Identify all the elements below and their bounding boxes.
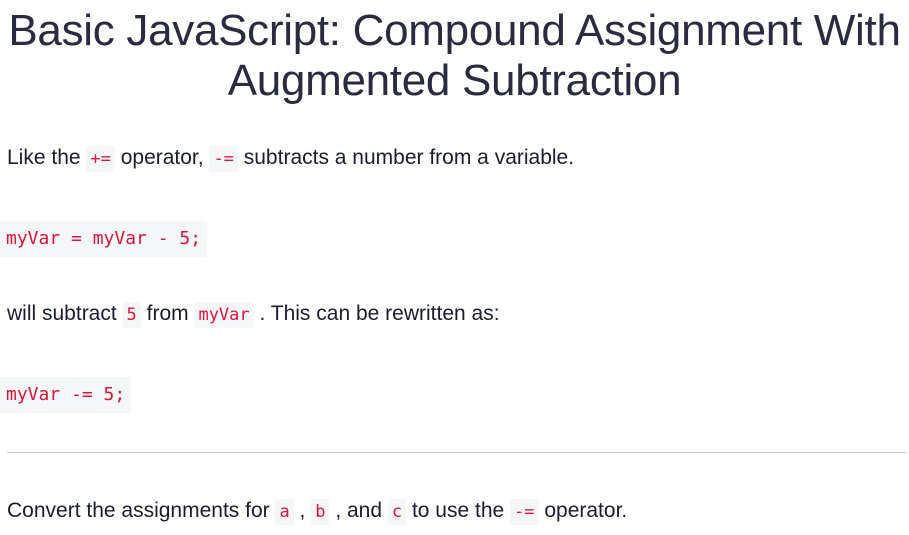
text: operator. <box>538 499 628 522</box>
challenge-title-line-1: Basic JavaScript: Compound Assignment Wi… <box>8 6 901 55</box>
code-block-example-1: myVar = myVar - 5; <box>0 221 208 257</box>
text: operator, <box>114 146 210 169</box>
description-paragraph-1: Like the += operator, -= subtracts a num… <box>7 144 574 173</box>
inline-code-c: c <box>387 499 407 525</box>
description-paragraph-2: will subtract 5 from myVar . This can be… <box>7 300 500 329</box>
inline-code-five: 5 <box>122 302 141 328</box>
text: subtracts a number from a variable. <box>237 146 575 169</box>
inline-code-minus-equals: -= <box>209 146 238 172</box>
inline-code-b: b <box>311 499 330 525</box>
inline-code-plus-equals: += <box>86 146 115 172</box>
challenge-page: Basic JavaScript: Compound Assignment Wi… <box>0 0 909 535</box>
inline-code-myvar: myVar <box>194 302 254 328</box>
text: , <box>293 499 312 522</box>
text: will subtract <box>7 302 123 325</box>
text: Like the <box>7 146 87 169</box>
section-divider <box>7 452 906 453</box>
text: to use the <box>406 499 511 522</box>
inline-code-minus-equals: -= <box>510 499 539 525</box>
inline-code-a: a <box>275 499 294 525</box>
instructions-paragraph: Convert the assignments for a , b , and … <box>7 497 627 526</box>
text: . This can be rewritten as: <box>253 302 500 325</box>
text: Convert the assignments for <box>7 499 276 522</box>
challenge-title-line-2: Augmented Subtraction <box>227 56 682 105</box>
text: from <box>140 302 195 325</box>
text: , and <box>329 499 388 522</box>
challenge-title: Basic JavaScript: Compound Assignment Wi… <box>0 6 909 106</box>
code-block-example-2: myVar -= 5; <box>0 377 132 413</box>
